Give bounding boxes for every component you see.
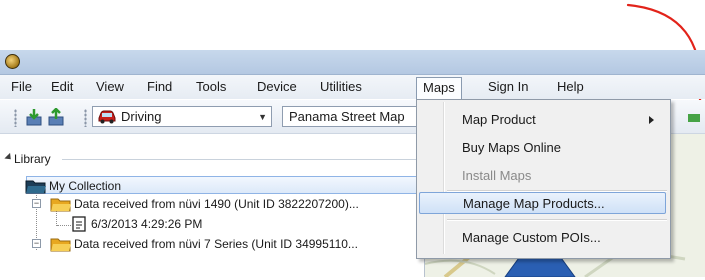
send-to-device-icon[interactable]	[26, 108, 42, 126]
tree-line	[57, 225, 71, 226]
map-product-select[interactable]: Panama Street Map	[282, 106, 418, 127]
tree-item-my-collection[interactable]: My Collection	[25, 176, 418, 194]
tree-item-label: My Collection	[49, 179, 122, 193]
menu-edit[interactable]: Edit	[49, 78, 75, 96]
submenu-arrow-icon	[649, 116, 654, 124]
menu-item-label: Buy Maps Online	[462, 140, 561, 155]
menu-item-manage-custom-pois[interactable]: Manage Custom POIs...	[419, 227, 666, 249]
tree-item-label: 6/3/2013 4:29:26 PM	[91, 217, 203, 231]
menu-separator	[447, 219, 667, 221]
folder-icon	[50, 238, 71, 252]
collapse-triangle-icon[interactable]	[4, 152, 14, 163]
tree-item-date[interactable]: 6/3/2013 4:29:26 PM	[72, 215, 252, 233]
receive-from-device-icon[interactable]	[48, 108, 64, 126]
tree-item-device-7-series[interactable]: − Data received from nüvi 7 Series (Unit…	[30, 235, 418, 253]
chevron-down-icon[interactable]: ▼	[258, 108, 267, 126]
menu-file[interactable]: File	[9, 78, 34, 96]
expander-icon[interactable]: −	[32, 239, 41, 248]
profile-select-value: Driving	[121, 109, 162, 124]
app-logo-icon[interactable]	[5, 54, 20, 69]
profile-select[interactable]: Driving ▼	[92, 106, 272, 127]
menu-item-install-maps: Install Maps	[419, 165, 666, 187]
folder-open-icon	[25, 180, 46, 194]
tree-item-label: Data received from nüvi 1490 (Unit ID 38…	[74, 197, 359, 211]
toolbar-grip[interactable]	[14, 109, 17, 127]
menu-item-label: Install Maps	[462, 168, 532, 183]
menu-item-label: Manage Custom POIs...	[462, 230, 601, 245]
library-header: Library	[14, 152, 51, 166]
menu-sign-in[interactable]: Sign In	[486, 78, 530, 96]
menu-help[interactable]: Help	[555, 78, 586, 96]
menu-view[interactable]: View	[94, 78, 126, 96]
folder-icon	[50, 198, 71, 212]
maps-dropdown-menu: Map Product Buy Maps Online Install Maps…	[416, 99, 671, 259]
menu-item-map-product[interactable]: Map Product	[419, 109, 666, 131]
library-panel: Library My Collection − Data received fr…	[0, 148, 420, 277]
menu-utilities[interactable]: Utilities	[318, 78, 364, 96]
expander-icon[interactable]: −	[32, 199, 41, 208]
menu-bar: File Edit View Find Tools Device Utiliti…	[0, 75, 705, 99]
menu-tools[interactable]: Tools	[194, 78, 228, 96]
menu-device[interactable]: Device	[255, 78, 299, 96]
car-icon	[98, 110, 116, 124]
window-title-bar	[0, 50, 705, 75]
tree-item-label: Data received from nüvi 7 Series (Unit I…	[74, 237, 358, 251]
menu-item-manage-map-products[interactable]: Manage Map Products...	[419, 192, 666, 214]
map-product-select-value: Panama Street Map	[289, 109, 405, 124]
document-icon	[72, 216, 86, 232]
menu-maps[interactable]: Maps	[416, 77, 462, 99]
tree-item-device-1490[interactable]: − Data received from nüvi 1490 (Unit ID …	[30, 195, 418, 213]
menu-find[interactable]: Find	[145, 78, 174, 96]
toolbar-grip-2[interactable]	[84, 109, 87, 127]
menu-item-label: Manage Map Products...	[463, 196, 605, 211]
toolbar-end-icon[interactable]	[686, 108, 702, 126]
menu-item-label: Map Product	[462, 112, 536, 127]
library-header-divider	[62, 159, 417, 160]
menu-item-buy-maps-online[interactable]: Buy Maps Online	[419, 137, 666, 159]
